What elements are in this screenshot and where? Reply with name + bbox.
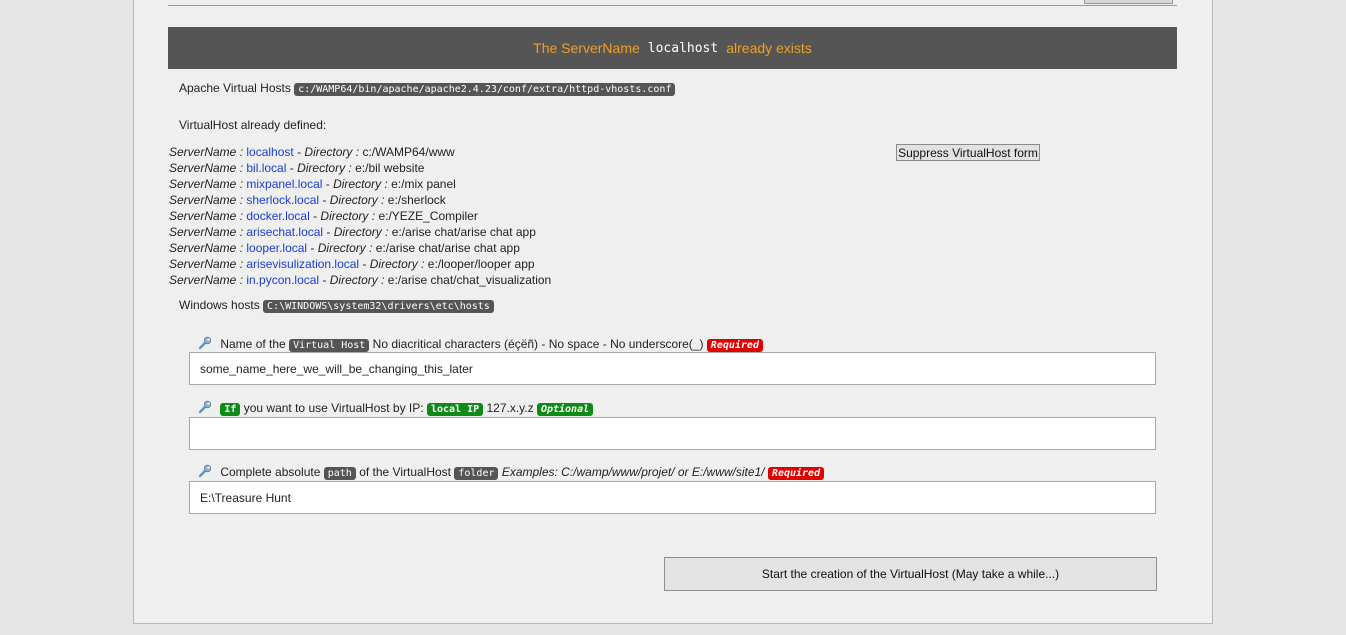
top-divider [168,5,1177,6]
virtual-host-link[interactable]: bil.local [246,161,286,175]
defined-label: VirtualHost already defined: [179,118,327,132]
ip-field-label: If you want to use VirtualHost by IP: lo… [198,400,594,416]
server-name-label: ServerName : [169,241,244,255]
path-field-label: Complete absolute path of the VirtualHos… [198,464,825,480]
ip-label-post: 127.x.y.z [486,401,534,415]
server-name-label: ServerName : [169,257,244,271]
windows-hosts-line: Windows hosts C:\WINDOWS\system32\driver… [179,298,494,313]
wrench-icon [198,400,212,414]
name-field-label: Name of the Virtual Host No diacritical … [198,336,763,352]
virtual-host-dir: e:/YEZE_Compiler [378,209,478,223]
directory-label: Directory : [369,257,425,271]
ip-label-pre: you want to use VirtualHost by IP: [243,401,424,415]
virtual-host-list: ServerName : localhost - Directory : c:/… [169,144,551,288]
directory-label: Directory : [333,225,389,239]
server-name-label: ServerName : [169,273,244,287]
virtual-host-row: ServerName : looper.local - Directory : … [169,241,520,255]
suppress-form-button[interactable]: Suppress VirtualHost form [896,144,1040,161]
local-ip-tag: local IP [426,403,484,416]
path-tag: path [323,467,356,480]
directory-label: Directory : [329,273,385,287]
virtual-host-row: ServerName : in.pycon.local - Directory … [169,273,552,287]
windows-hosts-path: C:\WINDOWS\system32\drivers\etc\hosts [263,300,494,313]
path-examples: Examples: C:/wamp/www/projet/ or E:/www/… [501,465,765,479]
top-button-edge[interactable] [1084,0,1173,4]
virtual-host-row: ServerName : localhost - Directory : c:/… [169,145,455,159]
virtual-host-dir: e:/arise chat/arise chat app [375,241,520,255]
folder-tag: folder [454,467,499,480]
banner-suffix: already exists [726,40,812,56]
virtual-host-link[interactable]: arisevisulization.local [246,257,359,271]
directory-label: Directory : [333,177,388,191]
directory-label: Directory : [317,241,373,255]
virtual-host-row: ServerName : bil.local - Directory : e:/… [169,161,425,175]
virtual-host-link[interactable]: sherlock.local [246,193,319,207]
apache-vhosts-label: Apache Virtual Hosts [179,81,291,95]
virtual-host-row: ServerName : arisechat.local - Directory… [169,225,536,239]
required-badge: Required [706,339,763,352]
optional-badge: Optional [536,403,594,416]
virtual-host-dir: e:/arise chat/arise chat app [391,225,536,239]
virtual-host-link[interactable]: docker.local [246,209,309,223]
virtual-host-dir: e:/mix panel [391,177,456,191]
path-label-mid: of the VirtualHost [359,465,452,479]
server-name-label: ServerName : [169,177,244,191]
path-label-pre: Complete absolute [220,465,321,479]
server-name-label: ServerName : [169,145,244,159]
virtual-host-row: ServerName : arisevisulization.local - D… [169,257,535,271]
apache-vhosts-path: c:/WAMP64/bin/apache/apache2.4.23/conf/e… [294,83,676,96]
start-creation-button[interactable]: Start the creation of the VirtualHost (M… [664,557,1157,591]
virtualhost-name-input[interactable] [189,352,1156,385]
directory-label: Directory : [304,145,360,159]
virtualhost-ip-input[interactable] [189,417,1156,450]
directory-label: Directory : [297,161,352,175]
directory-label: Directory : [329,193,385,207]
virtualhost-path-input[interactable] [189,481,1156,514]
virtual-host-dir: e:/arise chat/chat_visualization [387,273,552,287]
windows-hosts-label: Windows hosts [179,298,260,312]
virtual-host-link[interactable]: in.pycon.local [246,273,319,287]
virtual-host-dir: e:/sherlock [387,193,446,207]
virtual-host-link[interactable]: mixpanel.local [246,177,322,191]
name-label-pre: Name of the [220,337,286,351]
name-label-post: No diacritical characters (éçëñ) - No sp… [372,337,704,351]
banner-server: localhost [647,40,719,56]
virtual-host-link[interactable]: looper.local [246,241,307,255]
required-badge: Required [767,467,825,480]
wrench-icon [198,336,212,350]
server-name-label: ServerName : [169,209,244,223]
virtual-host-link[interactable]: arisechat.local [246,225,323,239]
server-name-label: ServerName : [169,193,244,207]
error-banner: The ServerName localhost already exists [168,27,1177,69]
virtual-host-link[interactable]: localhost [246,145,293,159]
wrench-icon [198,464,212,478]
server-name-label: ServerName : [169,161,244,175]
virtual-host-row: ServerName : mixpanel.local - Directory … [169,177,456,191]
virtual-host-row: ServerName : docker.local - Directory : … [169,209,478,223]
virtual-host-dir: e:/looper/looper app [427,257,535,271]
server-name-label: ServerName : [169,225,244,239]
main-panel: The ServerName localhost already exists … [133,0,1213,624]
virtual-host-tag: Virtual Host [289,339,370,352]
virtual-host-dir: e:/bil website [355,161,425,175]
if-tag: If [220,403,241,416]
banner-prefix: The ServerName [533,40,640,56]
virtual-host-dir: c:/WAMP64/www [362,145,455,159]
directory-label: Directory : [320,209,376,223]
virtual-host-row: ServerName : sherlock.local - Directory … [169,193,446,207]
apache-vhosts-line: Apache Virtual Hosts c:/WAMP64/bin/apach… [179,81,676,96]
